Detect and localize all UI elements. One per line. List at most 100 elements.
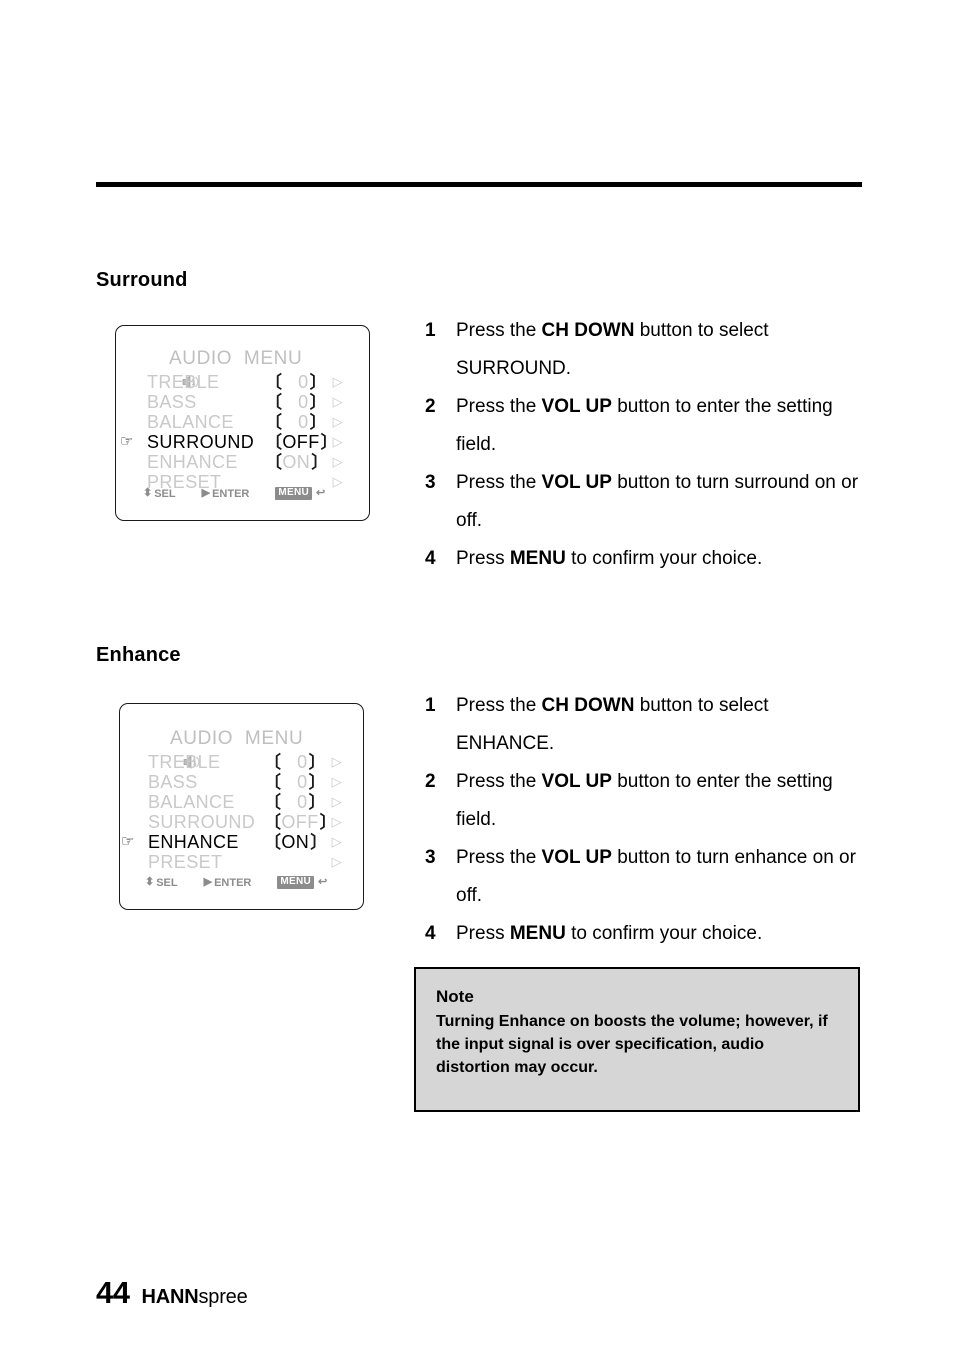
note-title: Note — [436, 987, 474, 1006]
play-triangle-icon: ▶ — [203, 876, 213, 888]
osd-row-surround[interactable]: SURROUND 〔 OFF 〕 ▷ — [148, 812, 348, 833]
osd-row-surround[interactable]: ☞ SURROUND 〔 OFF 〕 ▷ — [120, 431, 345, 453]
bracket-open-icon: 〔 — [265, 412, 283, 433]
page-number: 44 — [96, 1275, 130, 1310]
bracket-open-icon: 〔 — [265, 452, 283, 473]
brand-logo-bold: HANN — [141, 1286, 199, 1308]
osd-row-value-text: ON — [281, 831, 310, 852]
osd-row-balance[interactable]: BALANCE 〔 0 〕 ▷ — [147, 412, 345, 433]
step-number: 3 — [425, 847, 436, 868]
bracket-open-icon: 〔 — [265, 432, 283, 453]
bracket-open-icon: 〔 — [265, 372, 283, 393]
chevron-right-icon[interactable]: ▷ — [326, 852, 342, 872]
step-number: 4 — [425, 923, 436, 944]
bracket-open-icon: 〔 — [264, 812, 282, 833]
osd-row-label: SURROUND — [148, 812, 256, 832]
step-number: 4 — [425, 548, 436, 569]
osd-row-enhance[interactable]: ENHANCE 〔 ON 〕 ▷ — [147, 452, 345, 473]
instruction-step: 1 Press the CH DOWN button to select ENHA… — [422, 687, 862, 763]
bracket-close-icon: 〕 — [309, 372, 327, 393]
instruction-step: 4 Press MENU to confirm your choice. — [422, 915, 862, 953]
osd-row-treble[interactable]: TREBLE 〔 0 〕 ▷ — [147, 372, 345, 393]
chevron-right-icon[interactable]: ▷ — [326, 752, 342, 772]
step-text: Press the CH DOWN button to select ENHAN… — [456, 695, 769, 754]
chevron-right-icon[interactable]: ▷ — [326, 812, 342, 832]
instruction-step: 3 Press the VOL UP button to turn surroun… — [422, 464, 862, 540]
osd-hint-select: ⬍ SEL — [145, 877, 178, 889]
osd-row-label: ENHANCE — [147, 452, 238, 472]
osd-row-value-text: 0 — [297, 751, 308, 772]
step-number: 2 — [425, 771, 436, 792]
osd-row-bass[interactable]: BASS 〔 0 〕 ▷ — [148, 772, 348, 793]
osd-row-value[interactable]: 〔 0 〕 — [265, 372, 327, 393]
osd-row-balance[interactable]: BALANCE 〔 0 〕 ▷ — [148, 792, 348, 813]
bracket-open-icon: 〔 — [264, 832, 282, 853]
osd-panel-surround: AUDIO MENU TREBLE 〔 0 〕 ▷ BASS 〔 0 〕 ▷ BALANCE 〔 0 〕 ▷… — [115, 325, 370, 521]
step-text: Press the VOL UP button to enter the set… — [456, 396, 833, 455]
osd-row-value-text: OFF — [282, 431, 320, 452]
bracket-close-icon: 〕 — [309, 412, 327, 433]
bracket-open-icon: 〔 — [264, 772, 282, 793]
osd-panel-enhance: AUDIO MENU TREBLE 〔 0 〕 ▷ BASS 〔 0 〕 ▷ BALANCE 〔 0 〕 ▷… — [119, 703, 364, 910]
osd-row-value[interactable]: 〔 ON 〕 — [264, 831, 327, 853]
instruction-step: 3 Press the VOL UP button to turn enhance… — [422, 839, 862, 915]
osd-menu-chip: MENU — [277, 876, 315, 889]
step-number: 2 — [425, 396, 436, 417]
osd-row-value[interactable]: 〔 0 〕 — [265, 392, 327, 413]
bracket-open-icon: 〔 — [265, 392, 283, 413]
chevron-right-icon[interactable]: ▷ — [327, 372, 343, 392]
osd-row-value[interactable]: 〔 OFF 〕 — [264, 812, 337, 833]
osd-row-value[interactable]: 〔 OFF 〕 — [265, 431, 338, 453]
osd-row-value[interactable]: 〔 ON 〕 — [265, 452, 328, 473]
osd-row-value[interactable]: 〔 0 〕 — [264, 772, 326, 793]
header-rule — [96, 182, 862, 187]
osd-row-bass[interactable]: BASS 〔 0 〕 ▷ — [147, 392, 345, 413]
osd-row-label: ENHANCE — [148, 832, 239, 852]
osd-title-surround: AUDIO MENU — [147, 348, 303, 389]
chevron-right-icon[interactable]: ▷ — [326, 792, 342, 812]
step-list-enhance: 1 Press the CH DOWN button to select ENHA… — [422, 687, 862, 953]
osd-title-label: AUDIO MENU — [169, 348, 303, 369]
chevron-right-icon[interactable]: ▷ — [326, 832, 342, 852]
osd-row-label: TREBLE — [147, 372, 220, 392]
osd-menu-chip: MENU — [275, 487, 313, 500]
step-list-surround: 1 Press the CH DOWN button to select SURR… — [422, 312, 862, 578]
osd-hint-enter: ▶ ENTER — [204, 877, 252, 889]
page-title-surround: Surround — [96, 268, 188, 291]
osd-row-enhance[interactable]: ☞ ENHANCE 〔 ON 〕 ▷ — [121, 831, 348, 853]
osd-hint-select-label: SEL — [156, 876, 178, 889]
osd-hint-select-label: SEL — [154, 487, 176, 500]
osd-row-value[interactable]: 〔 0 〕 — [265, 412, 327, 433]
chevron-right-icon[interactable]: ▷ — [326, 772, 342, 792]
step-text: Press the CH DOWN button to select SURRO… — [456, 320, 769, 379]
bracket-open-icon: 〔 — [264, 752, 282, 773]
osd-row-value-text: 0 — [297, 771, 308, 792]
chevron-right-icon[interactable]: ▷ — [327, 432, 343, 452]
osd-row-label: BALANCE — [147, 412, 234, 432]
osd-hint-bar-enhance: ⬍ SEL ▶ ENTER MENU ↩ — [145, 876, 341, 889]
osd-hint-menu: MENU ↩ — [277, 876, 327, 889]
osd-row-label: BASS — [147, 392, 197, 412]
chevron-right-icon[interactable]: ▷ — [327, 412, 343, 432]
osd-row-list-enhance: TREBLE 〔 0 〕 ▷ BASS 〔 0 〕 ▷ BALANCE 〔 0 〕 ▷ SURROUND 〔 OF… — [121, 752, 348, 873]
osd-row-value[interactable]: 〔 0 〕 — [264, 792, 326, 813]
play-triangle-icon: ▶ — [201, 487, 211, 499]
osd-hint-bar-surround: ⬍ SEL ▶ ENTER MENU ↩ — [143, 487, 339, 500]
osd-hint-menu: MENU ↩ — [275, 487, 325, 500]
osd-row-value[interactable]: 〔 0 〕 — [264, 752, 326, 773]
chevron-right-icon[interactable]: ▷ — [327, 452, 343, 472]
step-text: Press MENU to confirm your choice. — [456, 548, 763, 569]
osd-hint-enter-label: ENTER — [214, 876, 252, 889]
osd-row-list-surround: TREBLE 〔 0 〕 ▷ BASS 〔 0 〕 ▷ BALANCE 〔 0 〕 ▷ ☞ SURROUND 〔 O… — [120, 372, 345, 493]
speaker-icon — [148, 732, 200, 769]
up-down-arrow-icon: ⬍ — [143, 487, 153, 499]
osd-row-treble[interactable]: TREBLE 〔 0 〕 ▷ — [148, 752, 348, 773]
note-box: Note Turning Enhance on boosts the volum… — [414, 967, 860, 1112]
step-number: 1 — [425, 695, 436, 716]
osd-row-value-text: 0 — [297, 791, 308, 812]
osd-row-preset[interactable]: PRESET ▷ — [148, 852, 348, 872]
page-footer: 44 HANNspree — [96, 1275, 248, 1311]
osd-row-value-text: 0 — [298, 411, 309, 432]
return-arrow-icon: ↩ — [316, 487, 326, 499]
chevron-right-icon[interactable]: ▷ — [327, 392, 343, 412]
